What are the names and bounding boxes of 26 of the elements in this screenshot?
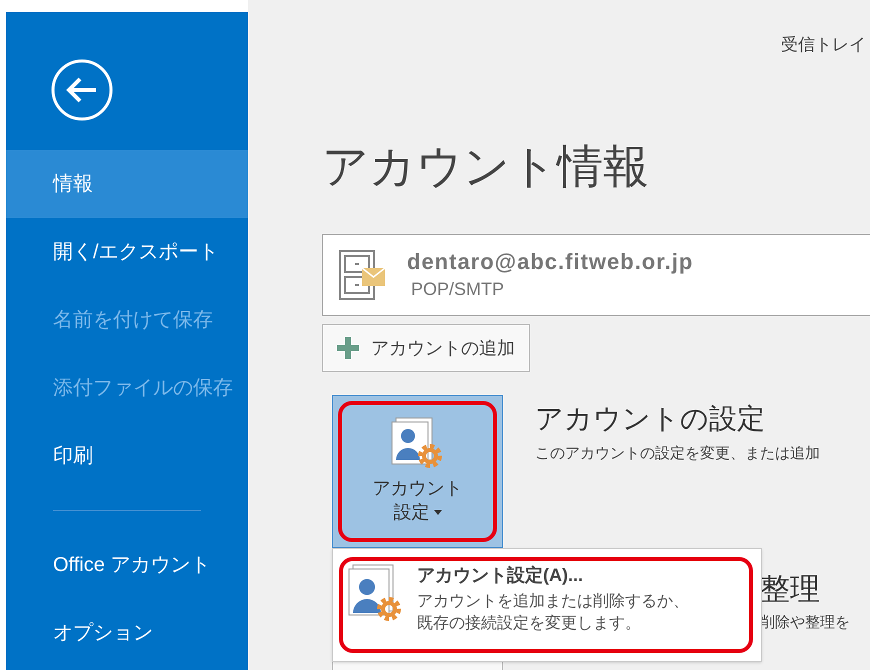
section-heading: 整理 — [760, 572, 821, 608]
account-type: POP/SMTP — [411, 278, 506, 301]
menu-item-description: アカウントを追加または削除するか、 — [417, 592, 689, 612]
sidebar-item[interactable]: Office アカウント — [6, 531, 248, 599]
account-settings-label: アカウント — [372, 477, 462, 500]
plus-icon — [337, 337, 359, 359]
folder-label: 受信トレイ — [781, 34, 866, 56]
sidebar-item[interactable]: 情報 — [6, 150, 248, 218]
menu-item[interactable]: アカウント設定(A)... アカウントを追加または削除するか、 既存の接続設定を変更します。 — [333, 549, 761, 635]
account-settings-button[interactable]: アカウント 設定 — [332, 395, 503, 548]
sidebar-item[interactable]: 開く/エクスポート — [6, 218, 248, 286]
caret-icon — [434, 510, 442, 514]
add-account-button[interactable]: アカウントの追加 — [322, 324, 530, 372]
section-heading: アカウントの設定 — [535, 402, 766, 436]
page-title: アカウント情報 — [322, 139, 650, 194]
sidebar-item[interactable]: オプション — [6, 599, 248, 667]
back-icon[interactable] — [50, 58, 114, 122]
account-card[interactable]: dentaro@abc.fitweb.or.jp POP/SMTP — [322, 234, 870, 316]
menu-item-description: 既存の接続設定を変更します。 — [417, 614, 642, 634]
sidebar-item[interactable]: 印刷 — [6, 422, 248, 490]
account-email: dentaro@abc.fitweb.or.jp — [407, 248, 694, 276]
mail-cabinet-icon — [339, 250, 385, 300]
add-account-label: アカウントの追加 — [371, 336, 515, 360]
account-settings-label: 設定 — [394, 501, 430, 524]
section-description: このアカウントの設定を変更、または追加 — [535, 444, 820, 464]
menu-item-title: アカウント設定(A)... — [417, 564, 584, 587]
